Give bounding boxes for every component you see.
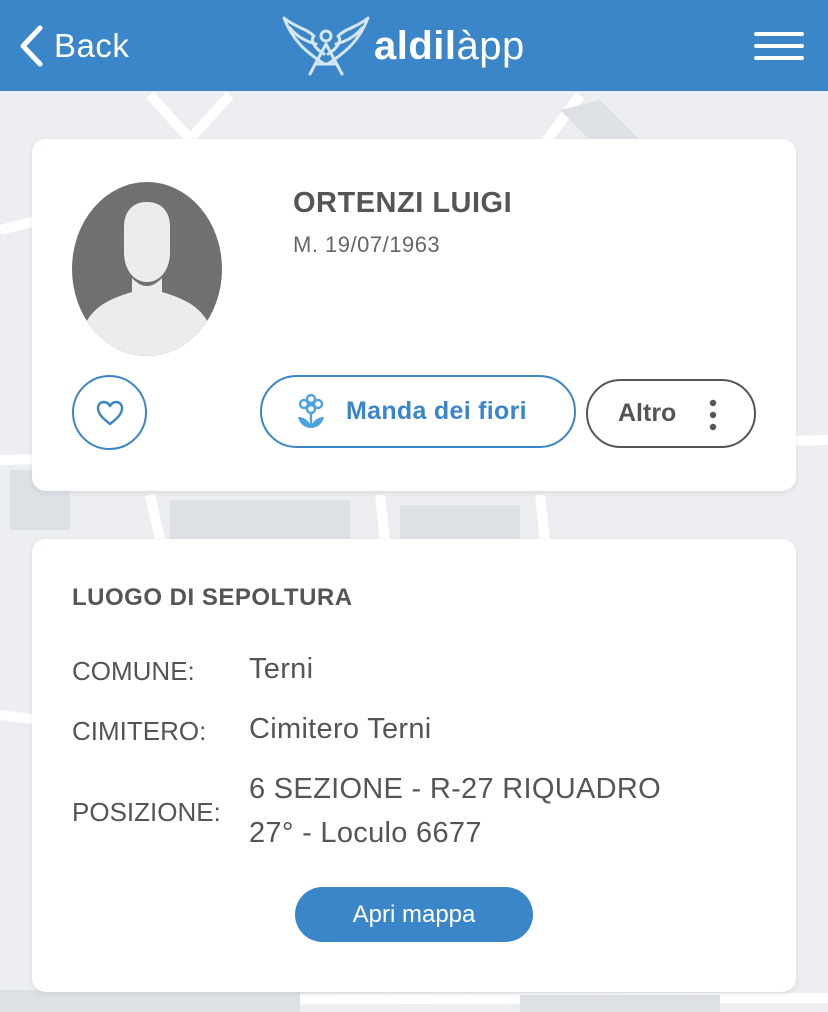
- comune-label: COMUNE:: [72, 656, 195, 686]
- posizione-label: POSIZIONE:: [72, 797, 221, 827]
- send-flowers-button[interactable]: Manda dei fiori: [260, 375, 576, 448]
- brand-bold-part: aldil: [374, 23, 457, 68]
- more-options-button[interactable]: Altro: [586, 379, 756, 448]
- favorite-button[interactable]: [72, 375, 147, 450]
- brand-light-part: àpp: [456, 23, 525, 68]
- menu-line: [754, 56, 804, 60]
- back-button[interactable]: Back: [18, 22, 129, 70]
- back-label: Back: [54, 27, 130, 64]
- open-map-button[interactable]: Apri mappa: [295, 887, 533, 942]
- person-silhouette-icon: [72, 182, 222, 356]
- angel-wings-logo-icon: [282, 16, 370, 76]
- hamburger-menu-icon[interactable]: [754, 32, 804, 64]
- cimitero-value: Cimitero Terni: [249, 713, 432, 745]
- vertical-dots-icon: [709, 399, 717, 431]
- posizione-value-line1: 6 SEZIONE - R-27 RIQUADRO: [249, 773, 661, 805]
- chevron-left-icon: [20, 25, 43, 67]
- menu-line: [754, 44, 804, 48]
- deceased-profile-card: ORTENZI LUIGI M. 19/07/1963 Manda dei fi…: [32, 139, 796, 491]
- more-options-label: Altro: [618, 399, 677, 427]
- app-header: Back aldilàpp: [0, 0, 828, 91]
- posizione-value-line2: 27° - Loculo 6677: [249, 817, 482, 849]
- flower-icon: [298, 393, 324, 428]
- comune-value: Terni: [249, 653, 314, 685]
- app-brand-name: aldilàpp: [374, 24, 525, 69]
- cimitero-label: CIMITERO:: [72, 716, 207, 746]
- menu-line: [754, 32, 804, 36]
- heart-icon: [96, 400, 123, 425]
- deceased-name: ORTENZI LUIGI: [293, 187, 513, 219]
- section-title: LUOGO DI SEPOLTURA: [72, 584, 353, 611]
- burial-location-card: LUOGO DI SEPOLTURA COMUNE: Terni CIMITER…: [32, 539, 796, 992]
- app-logo: aldilàpp: [280, 14, 525, 78]
- send-flowers-label: Manda dei fiori: [346, 397, 527, 425]
- birth-date: M. 19/07/1963: [293, 232, 441, 257]
- avatar: [72, 182, 222, 356]
